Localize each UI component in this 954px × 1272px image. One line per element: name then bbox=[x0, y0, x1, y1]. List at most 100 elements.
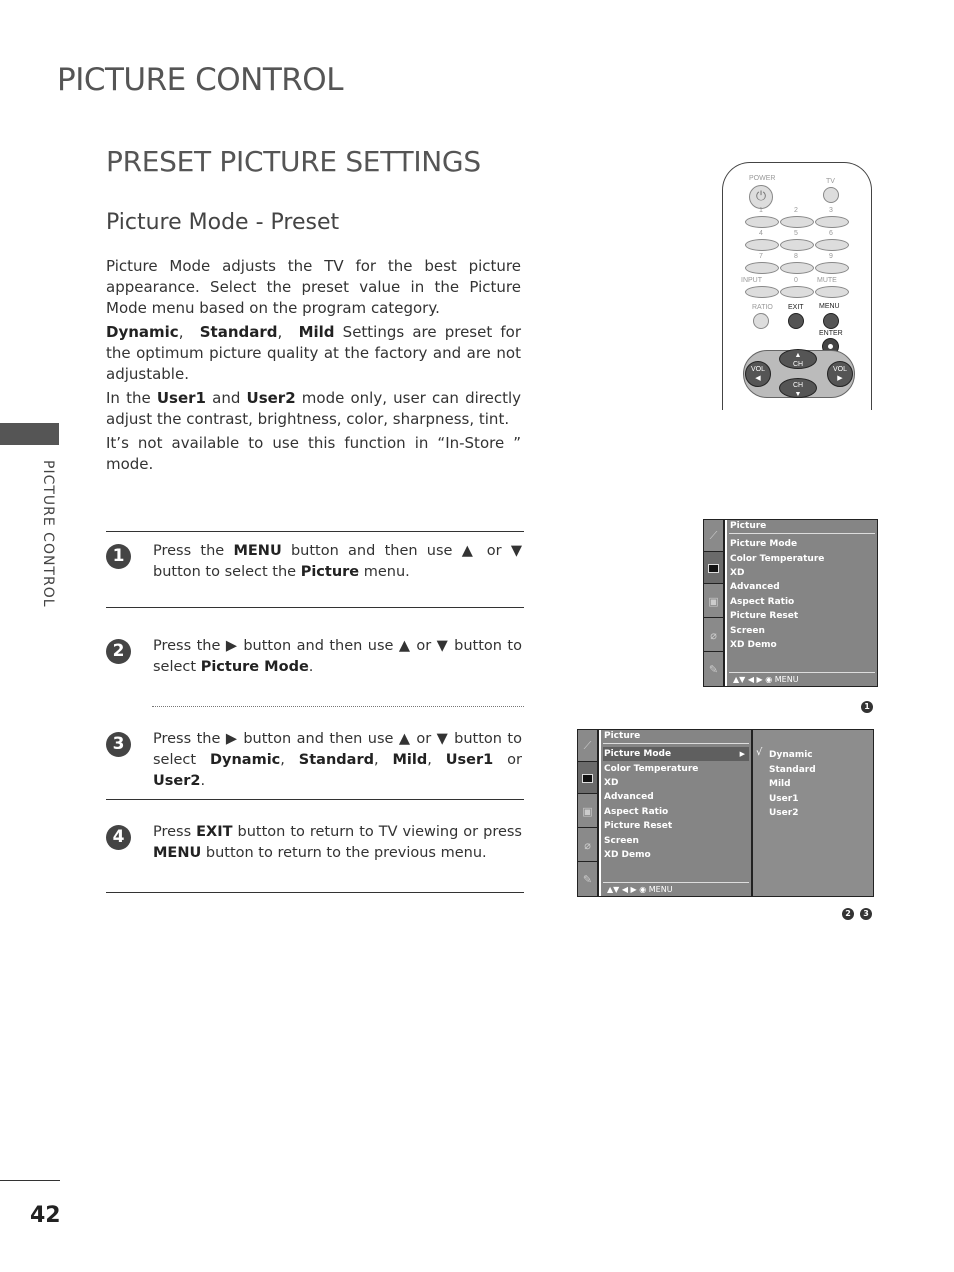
osd-main-panel: Picture Picture Mode Color Temperature X… bbox=[727, 520, 877, 686]
enter-label: ENTER bbox=[819, 330, 843, 337]
text: , bbox=[280, 752, 299, 768]
submenu-option[interactable]: Dynamic bbox=[769, 748, 813, 762]
osd-footer-hint: ▲▼ ◀ ▶ ◉ MENU bbox=[603, 882, 749, 896]
page-number: 42 bbox=[30, 1203, 61, 1228]
osd-menu-item[interactable]: XD bbox=[603, 776, 749, 790]
step-reference-badge: 1 bbox=[861, 701, 873, 713]
digit-button bbox=[815, 262, 849, 274]
digit-label: 7 bbox=[759, 253, 763, 260]
submenu-arrow-icon: ▶ bbox=[739, 750, 745, 758]
digit-button bbox=[745, 262, 779, 274]
step-text: Press EXIT button to return to TV viewin… bbox=[153, 822, 522, 864]
osd-item-label: Picture Mode bbox=[604, 749, 672, 759]
osd-menu-item[interactable]: Aspect Ratio bbox=[729, 595, 875, 609]
side-chapter-label: PICTURE CONTROL bbox=[40, 460, 56, 608]
submenu-option[interactable]: User1 bbox=[769, 792, 798, 806]
bold-term: Dynamic bbox=[106, 323, 179, 341]
text: Press the bbox=[153, 543, 234, 559]
remote-control-illustration: POWER ⏻ TV 1 2 3 4 5 6 7 8 9 INPUT 0 MUT… bbox=[722, 162, 872, 410]
vol-label: VOL bbox=[750, 366, 765, 373]
side-tab-marker bbox=[0, 423, 59, 445]
osd-menu-item[interactable]: XD Demo bbox=[729, 638, 875, 652]
digit-button bbox=[745, 239, 779, 251]
intro-paragraph-3: In the User1 and User2 mode only, user c… bbox=[106, 388, 521, 430]
picture-icon bbox=[704, 552, 723, 584]
text: , bbox=[427, 752, 446, 768]
osd-header: Picture bbox=[603, 730, 749, 744]
intro-text: Picture Mode adjusts the TV for the best… bbox=[106, 256, 521, 478]
digit-button bbox=[780, 239, 814, 251]
text: and bbox=[205, 389, 247, 407]
speaker-icon: ▣ bbox=[704, 586, 723, 618]
sub-title: Picture Mode - Preset bbox=[106, 210, 340, 235]
text: , bbox=[373, 752, 393, 768]
divider bbox=[106, 531, 524, 532]
digit-button bbox=[780, 286, 814, 298]
digit-button bbox=[780, 216, 814, 228]
option-tag-icon: ✎ bbox=[708, 663, 719, 676]
osd-menu-item-selected[interactable]: Picture Mode ▶ bbox=[603, 747, 749, 761]
osd-menu-item[interactable]: XD Demo bbox=[603, 848, 749, 862]
osd-menu-item[interactable]: Advanced bbox=[603, 790, 749, 804]
osd-menu-item[interactable]: XD bbox=[729, 566, 875, 580]
osd-footer-hint: ▲▼ ◀ ▶ ◉ MENU bbox=[729, 672, 875, 686]
osd-menu-item[interactable]: Screen bbox=[729, 624, 875, 638]
exit-button bbox=[788, 313, 804, 329]
bold-term: Standard bbox=[298, 752, 374, 768]
digit-label: 9 bbox=[829, 253, 833, 260]
text: In the bbox=[106, 389, 157, 407]
bold-term: User1 bbox=[156, 389, 206, 407]
submenu-option[interactable]: User2 bbox=[769, 806, 798, 820]
bold-term: EXIT bbox=[196, 824, 233, 840]
bold-term: Picture bbox=[300, 564, 360, 580]
tv-button bbox=[823, 187, 839, 203]
menu-label: MENU bbox=[819, 303, 840, 310]
osd-menu-item[interactable]: Color Temperature bbox=[603, 762, 749, 776]
power-icon: ⏻ bbox=[749, 185, 773, 209]
bold-term: User2 bbox=[153, 773, 201, 789]
step-number-badge: 2 bbox=[106, 639, 131, 664]
osd-menu-item[interactable]: Picture Mode bbox=[729, 537, 875, 551]
bold-term: MENU bbox=[153, 845, 202, 861]
digit-label: 1 bbox=[759, 207, 763, 214]
text: . bbox=[308, 659, 314, 675]
osd-menu-item[interactable]: Color Temperature bbox=[729, 552, 875, 566]
submenu-option[interactable]: Standard bbox=[769, 763, 816, 777]
digit-button bbox=[745, 216, 779, 228]
digit-label: 6 bbox=[829, 230, 833, 237]
mute-label: MUTE bbox=[817, 277, 837, 284]
digit-button bbox=[780, 262, 814, 274]
digit-label: 5 bbox=[794, 230, 798, 237]
picture-icon bbox=[578, 762, 597, 794]
osd-submenu-panel: √ Dynamic Standard Mild User1 User2 bbox=[751, 730, 873, 896]
osd-menu-item[interactable]: Aspect Ratio bbox=[603, 805, 749, 819]
bold-term: Standard bbox=[199, 323, 278, 341]
osd-menu-item[interactable]: Picture Reset bbox=[603, 819, 749, 833]
ratio-button bbox=[753, 313, 769, 329]
ch-down-button: CH ▼ bbox=[779, 378, 817, 398]
digit-label: 3 bbox=[829, 207, 833, 214]
bold-term: Mild bbox=[392, 752, 428, 768]
osd-icon-column: ⟋ ▣ ⌀ ✎ bbox=[578, 730, 599, 896]
osd-menu-item[interactable]: Advanced bbox=[729, 580, 875, 594]
step-number-badge: 3 bbox=[106, 732, 131, 757]
digit-label: 2 bbox=[794, 207, 798, 214]
osd-menu-item[interactable]: Screen bbox=[603, 834, 749, 848]
text: menu. bbox=[359, 564, 410, 580]
navigation-cluster: ▲ CH CH ▼ VOL ◀ VOL ▶ bbox=[743, 349, 855, 398]
submenu-option[interactable]: Mild bbox=[769, 777, 791, 791]
intro-paragraph-2: Dynamic, Standard, Mild Settings are pre… bbox=[106, 323, 521, 383]
osd-menu-item[interactable]: Picture Reset bbox=[729, 609, 875, 623]
vol-down-button: VOL ◀ bbox=[745, 361, 771, 387]
tv-label: TV bbox=[826, 178, 835, 185]
input-label: INPUT bbox=[741, 277, 762, 284]
step-reference-badge: 2 bbox=[842, 908, 854, 920]
divider bbox=[106, 607, 524, 608]
step-text: Press the ▶ button and then use ▲ or ▼ b… bbox=[153, 636, 522, 678]
vol-up-button: VOL ▶ bbox=[827, 361, 853, 387]
bold-term: User2 bbox=[246, 389, 296, 407]
menu-button bbox=[823, 313, 839, 329]
divider bbox=[106, 799, 524, 800]
input-button bbox=[745, 286, 779, 298]
ch-label: CH bbox=[792, 361, 804, 368]
